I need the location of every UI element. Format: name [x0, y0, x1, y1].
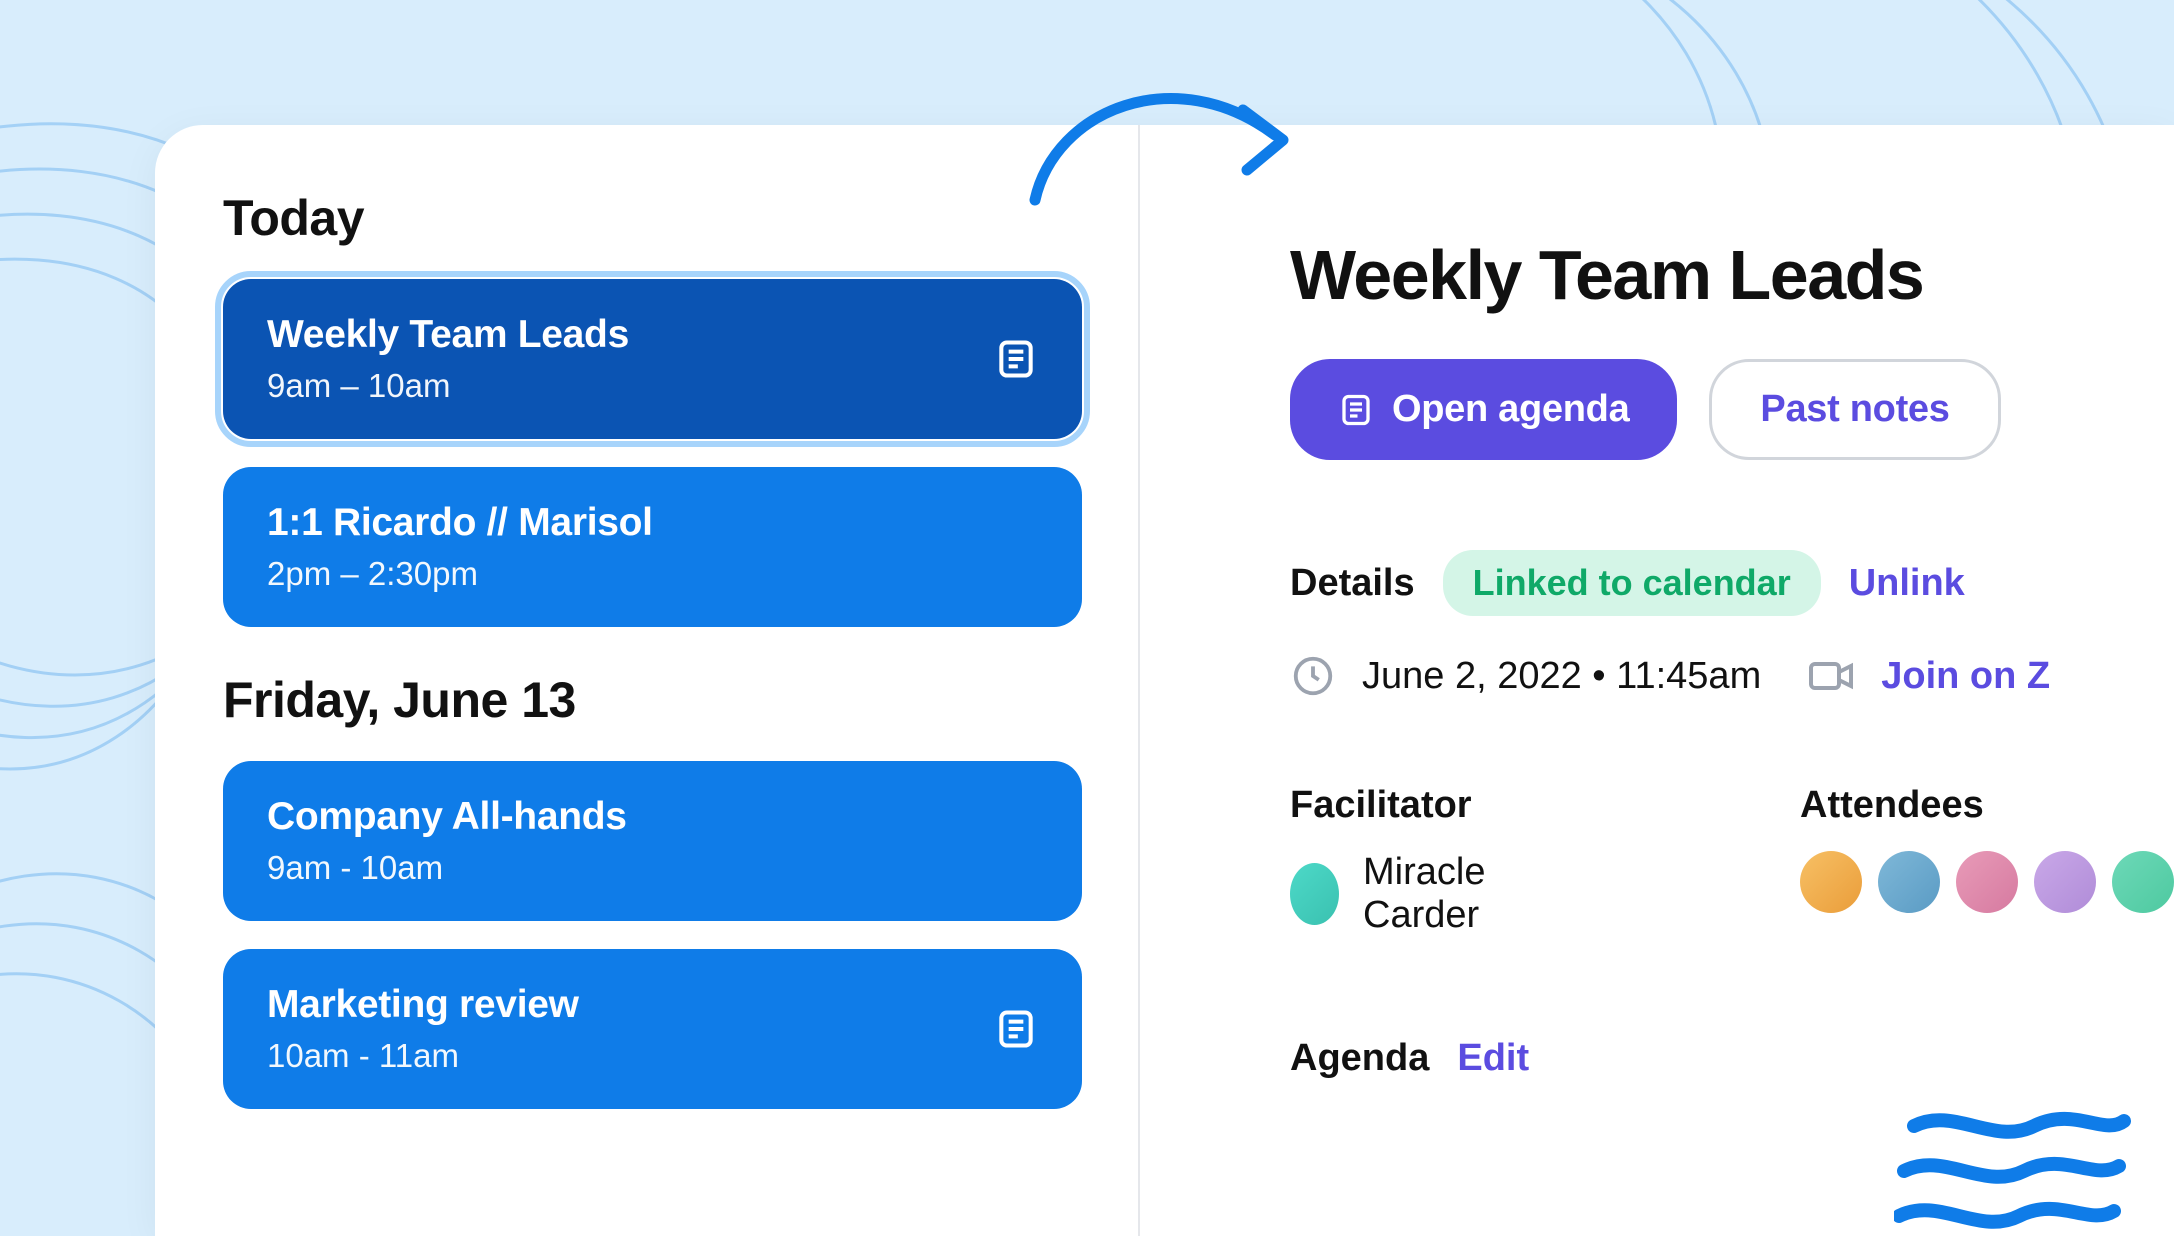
event-list-panel: Today Weekly Team Leads 9am – 10am 1:1 R…: [155, 125, 1140, 1236]
note-icon: [1338, 392, 1374, 428]
event-title: Marketing review: [267, 983, 579, 1027]
open-agenda-label: Open agenda: [1392, 388, 1629, 431]
event-title: Weekly Team Leads: [267, 313, 629, 357]
details-label: Details: [1290, 562, 1415, 605]
avatar: [1800, 851, 1862, 913]
linked-calendar-badge: Linked to calendar: [1443, 550, 1821, 616]
app-card: Today Weekly Team Leads 9am – 10am 1:1 R…: [155, 125, 2174, 1236]
event-time: 9am - 10am: [267, 849, 627, 887]
attendees-label: Attendees: [1800, 784, 2174, 827]
avatar: [1878, 851, 1940, 913]
datetime-text: June 2, 2022 • 11:45am: [1362, 655, 1761, 698]
avatar: [2112, 851, 2174, 913]
event-time: 2pm – 2:30pm: [267, 555, 653, 593]
past-notes-label: Past notes: [1760, 388, 1949, 431]
open-agenda-button[interactable]: Open agenda: [1290, 359, 1677, 460]
clock-icon: [1290, 653, 1336, 699]
event-card-weekly-team-leads[interactable]: Weekly Team Leads 9am – 10am: [223, 279, 1082, 439]
event-time: 10am - 11am: [267, 1037, 579, 1075]
event-title: Company All-hands: [267, 795, 627, 839]
event-title: 1:1 Ricardo // Marisol: [267, 501, 653, 545]
facilitator-name: Miracle Carder: [1363, 851, 1560, 937]
unlink-link[interactable]: Unlink: [1849, 562, 1965, 605]
note-icon: [994, 1007, 1038, 1051]
attendees-avatars: [1800, 851, 2174, 913]
arrow-decoration: [1025, 70, 1305, 210]
event-card-marketing-review[interactable]: Marketing review 10am - 11am: [223, 949, 1082, 1109]
day-heading-friday: Friday, June 13: [223, 671, 1082, 729]
past-notes-button[interactable]: Past notes: [1709, 359, 2000, 460]
wavy-decoration: [1894, 1096, 2134, 1236]
agenda-label: Agenda: [1290, 1037, 1429, 1080]
agenda-edit-link[interactable]: Edit: [1457, 1037, 1529, 1080]
avatar: [2034, 851, 2096, 913]
event-detail-panel: Weekly Team Leads Open agenda Past notes…: [1140, 125, 2174, 1236]
join-zoom-link[interactable]: Join on Z: [1881, 655, 2050, 698]
day-heading-today: Today: [223, 189, 1082, 247]
detail-title: Weekly Team Leads: [1290, 235, 2174, 315]
event-card-ricardo-marisol[interactable]: 1:1 Ricardo // Marisol 2pm – 2:30pm: [223, 467, 1082, 627]
event-card-all-hands[interactable]: Company All-hands 9am - 10am: [223, 761, 1082, 921]
avatar: [1956, 851, 2018, 913]
note-icon: [994, 337, 1038, 381]
event-time: 9am – 10am: [267, 367, 629, 405]
video-icon: [1807, 652, 1855, 700]
avatar: [1290, 863, 1339, 925]
facilitator-label: Facilitator: [1290, 784, 1560, 827]
